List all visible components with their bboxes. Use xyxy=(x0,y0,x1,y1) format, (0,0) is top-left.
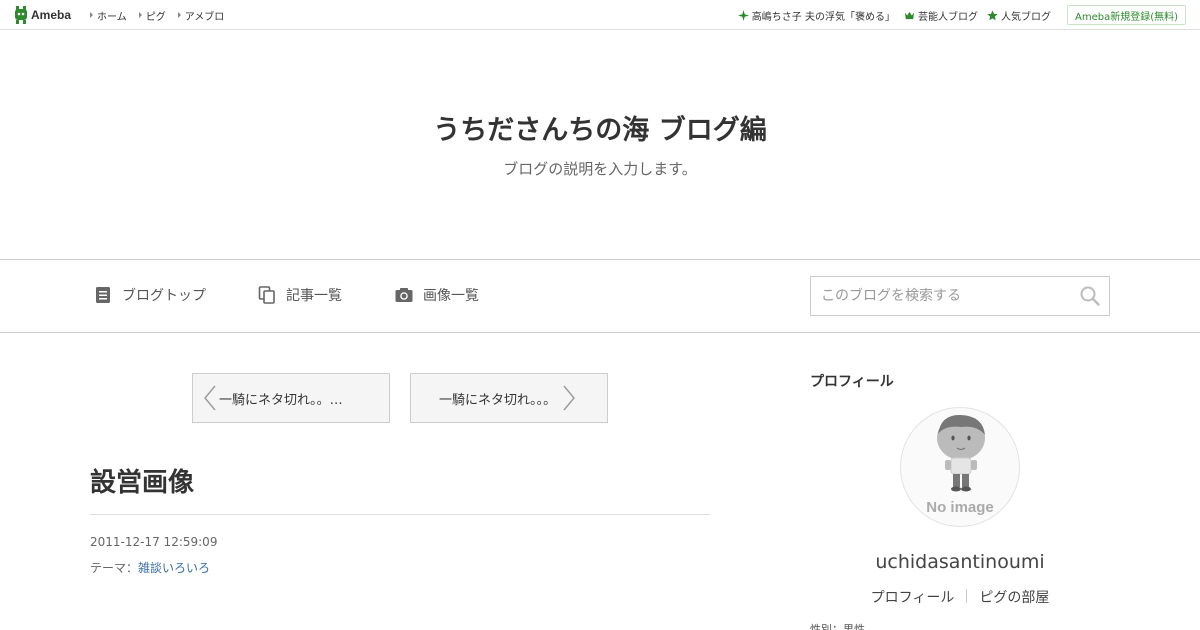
star-icon xyxy=(987,9,998,20)
sparkle-icon xyxy=(737,9,749,21)
arrow-right-icon xyxy=(90,12,93,18)
trending-news-link[interactable]: 高嶋ちさ子 夫の浮気「褒める」 xyxy=(737,8,895,23)
global-right-links: 高嶋ちさ子 夫の浮気「褒める」 芸能人ブログ 人気ブログ Ameba新規登録(無… xyxy=(729,0,1186,30)
blog-title[interactable]: うちださんちの海 ブログ編 xyxy=(0,108,1200,147)
arrow-right-icon xyxy=(177,12,181,18)
trending-news-label: 高嶋ちさ子 夫の浮気「褒める」 xyxy=(751,11,895,23)
entry-theme-label: テーマ： xyxy=(90,561,139,575)
nav-entry-list-label: 記事一覧 xyxy=(286,288,342,304)
entry-title[interactable]: 設営画像 xyxy=(90,462,194,499)
arrow-right-icon xyxy=(138,12,142,18)
nav-blog-top-label: ブログトップ xyxy=(122,288,206,304)
global-header: Ameba ホーム ピグ アメブロ 高嶋ちさ子 夫の浮気「褒める」 芸能人ブログ… xyxy=(0,0,1200,30)
avatar-placeholder-text: No image xyxy=(926,499,994,516)
nav-blog-top[interactable]: ブログトップ xyxy=(94,285,206,305)
next-entry-button[interactable]: 一騎にネタ切れ。。。 xyxy=(410,373,608,423)
search-icon[interactable] xyxy=(1079,285,1101,307)
ameba-mascot-icon xyxy=(15,6,27,24)
document-icon xyxy=(96,287,110,303)
search-input[interactable] xyxy=(811,278,1071,314)
profile-links: プロフィール ピグの部屋 xyxy=(810,587,1110,607)
profile-link[interactable]: プロフィール xyxy=(871,587,955,607)
ameba-logo-text: Ameba xyxy=(31,8,72,22)
crown-icon xyxy=(904,11,915,19)
signup-button[interactable]: Ameba新規登録(無料) xyxy=(1066,5,1186,25)
global-nav-pigg[interactable]: ピグ xyxy=(138,8,166,23)
global-nav: ホーム ピグ アメブロ xyxy=(90,0,236,30)
profile-heading: プロフィール xyxy=(810,374,894,390)
global-nav-ameblo-label: アメブロ xyxy=(184,11,225,23)
blog-description: ブログの説明を入力します。 xyxy=(503,160,697,178)
popular-blog-link[interactable]: 人気ブログ xyxy=(987,8,1051,23)
avatar[interactable]: No image xyxy=(900,407,1020,527)
copy-documents-icon xyxy=(258,286,275,304)
global-nav-pigg-label: ピグ xyxy=(145,11,166,23)
nav-image-list-label: 画像一覧 xyxy=(423,288,479,304)
celebrity-blog-link[interactable]: 芸能人ブログ xyxy=(904,8,978,23)
popular-blog-label: 人気ブログ xyxy=(1000,11,1051,23)
entry-theme: テーマ：雑談いろいろ xyxy=(90,559,210,576)
entry-date: 2011-12-17 12:59:09 xyxy=(90,535,218,549)
prev-entry-label: 一騎にネタ切れ。。… xyxy=(219,392,343,408)
nav-image-list[interactable]: 画像一覧 xyxy=(395,285,479,305)
global-nav-ameblo[interactable]: アメブロ xyxy=(177,8,225,23)
ameba-logo[interactable]: Ameba xyxy=(14,6,71,24)
profile-username[interactable]: uchidasantinoumi xyxy=(810,551,1110,573)
blog-search xyxy=(810,276,1110,316)
chevron-left-icon xyxy=(204,385,216,411)
chevron-right-icon xyxy=(563,385,576,411)
global-nav-home[interactable]: ホーム xyxy=(90,8,127,23)
nav-entry-list[interactable]: 記事一覧 xyxy=(258,285,342,305)
blog-nav: ブログトップ 記事一覧 画像一覧 xyxy=(0,259,1200,333)
camera-icon xyxy=(395,288,413,302)
global-nav-home-label: ホーム xyxy=(97,11,127,23)
pigg-room-link[interactable]: ピグの部屋 xyxy=(979,587,1049,607)
next-entry-label: 一騎にネタ切れ。。。 xyxy=(439,392,557,408)
no-image-avatar-icon xyxy=(937,414,985,492)
celebrity-blog-label: 芸能人ブログ xyxy=(917,11,978,23)
divider xyxy=(90,514,710,515)
link-separator xyxy=(966,589,968,603)
prev-entry-button[interactable]: 一騎にネタ切れ。。… xyxy=(192,373,390,423)
entry-theme-link[interactable]: 雑談いろいろ xyxy=(138,561,210,575)
profile-gender-row: 性別：男性 xyxy=(810,623,865,630)
